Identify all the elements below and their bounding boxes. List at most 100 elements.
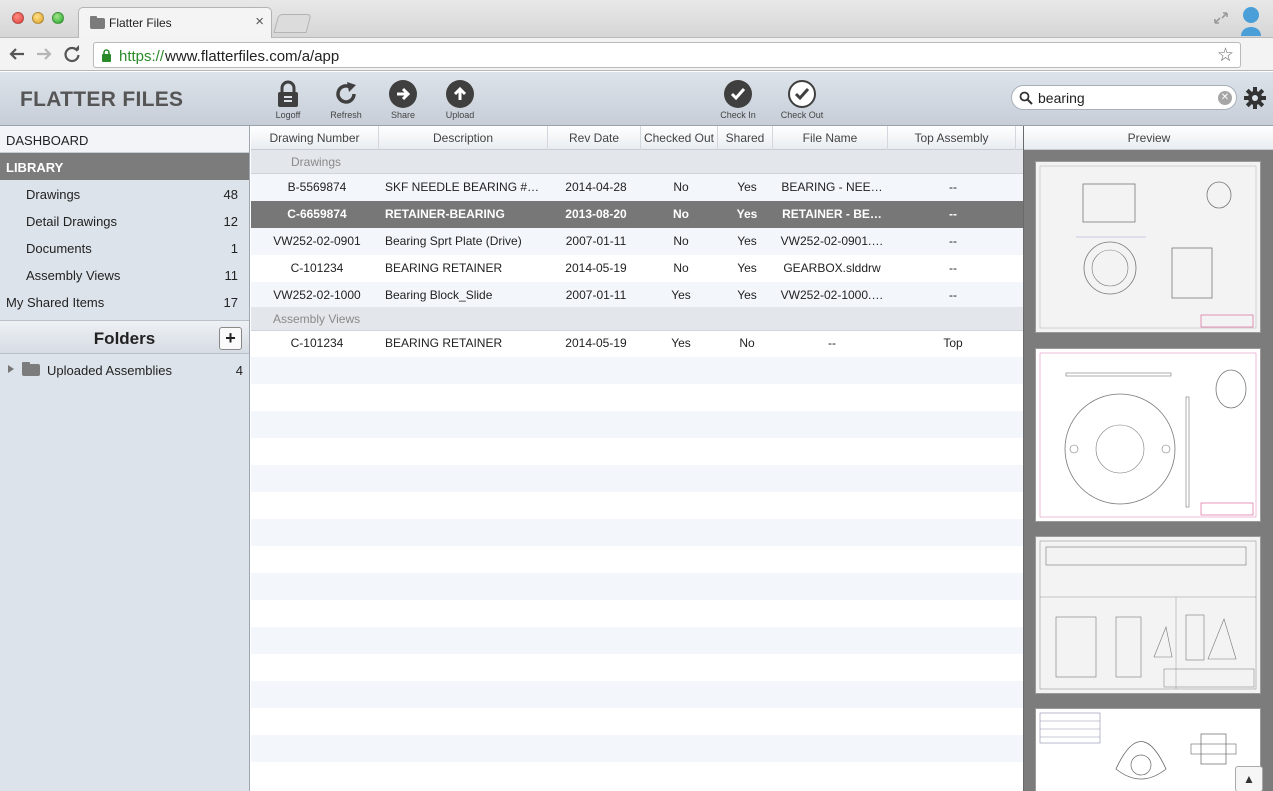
tab-close-icon[interactable]: ×	[255, 14, 264, 30]
bookmark-star-icon[interactable]: ☆	[1217, 44, 1234, 67]
empty-row	[251, 627, 1023, 654]
cell-description: Bearing Block_Slide	[385, 288, 493, 302]
sidebar-item-count: 17	[223, 295, 238, 310]
column-header-file-name[interactable]: File Name	[773, 126, 888, 150]
add-folder-button[interactable]: +	[219, 327, 242, 350]
cell-checked-out: No	[673, 207, 689, 221]
sidebar-item-count: 11	[224, 268, 239, 283]
column-header-drawing-number[interactable]: Drawing Number	[251, 126, 379, 150]
expand-triangle-icon[interactable]	[8, 365, 14, 373]
back-arrow-icon[interactable]	[7, 44, 27, 64]
tool-label: Logoff	[275, 110, 301, 120]
column-header-top-assembly[interactable]: Top Assembly	[888, 126, 1016, 150]
reload-icon[interactable]	[62, 44, 82, 64]
table-row[interactable]: C-101234 BEARING RETAINER 2014-05-19 No …	[251, 255, 1023, 282]
cell-rev-date: 2014-04-28	[565, 180, 627, 194]
table-header: Drawing Number Description Rev Date Chec…	[251, 126, 1023, 150]
sidebar-item-label: Drawings	[26, 187, 81, 202]
cell-checked-out: No	[673, 180, 689, 194]
cell-shared: Yes	[737, 180, 757, 194]
upload-button[interactable]: Upload	[436, 80, 484, 120]
share-button[interactable]: Share	[379, 80, 427, 120]
group-label: Drawings	[291, 155, 342, 169]
table-row[interactable]: C-101234 BEARING RETAINER 2014-05-19 Yes…	[251, 330, 1023, 357]
cell-drawing-number: C-6659874	[287, 207, 347, 221]
tool-label: Upload	[445, 110, 475, 120]
cell-file-name: --	[828, 336, 836, 350]
arrow-up-icon	[446, 80, 474, 108]
check-in-button[interactable]: Check In	[714, 80, 762, 120]
lock-icon	[101, 49, 112, 62]
preview-thumbnail[interactable]	[1035, 161, 1261, 333]
arrow-right-icon	[389, 80, 417, 108]
search-input[interactable]	[1038, 89, 1208, 107]
lock-icon	[274, 80, 302, 108]
browser-nav-bar: https:// www.flatterfiles.com/a/app ☆	[0, 38, 1273, 96]
cell-description: BEARING RETAINER	[385, 336, 503, 350]
sidebar-item-dashboard[interactable]: DASHBOARD	[0, 126, 249, 153]
address-bar[interactable]: https:// www.flatterfiles.com/a/app ☆	[93, 42, 1241, 68]
sidebar-item-library[interactable]: LIBRARY	[0, 153, 249, 180]
sidebar-item-drawings[interactable]: Drawings 48	[0, 180, 249, 207]
drawings-table: Drawing Number Description Rev Date Chec…	[251, 126, 1023, 791]
folder-label: Uploaded Assemblies	[47, 363, 173, 378]
sidebar-item-documents[interactable]: Documents 1	[0, 234, 249, 261]
tool-label: Check In	[720, 110, 756, 120]
close-window-button[interactable]	[12, 12, 24, 24]
cell-description: Bearing Sprt Plate (Drive)	[385, 234, 522, 248]
table-row[interactable]: VW252-02-1000 Bearing Block_Slide 2007-0…	[251, 282, 1023, 309]
check-out-button[interactable]: Check Out	[778, 80, 826, 120]
forward-arrow-icon[interactable]	[34, 44, 54, 64]
folders-title: Folders	[93, 329, 156, 348]
group-header-assembly-views: Assembly Views	[251, 307, 1023, 331]
preview-title: Preview	[1024, 126, 1273, 150]
table-row[interactable]: VW252-02-0901 Bearing Sprt Plate (Drive)…	[251, 228, 1023, 255]
logoff-button[interactable]: Logoff	[264, 80, 312, 120]
maximize-window-button[interactable]	[52, 12, 64, 24]
search-box[interactable]: ✕	[1011, 85, 1237, 110]
folder-item-uploaded-assemblies[interactable]: Uploaded Assemblies 4	[0, 356, 249, 383]
cell-checked-out: Yes	[671, 336, 691, 350]
folders-header: Folders +	[0, 320, 249, 354]
sidebar-item-my-shared-items[interactable]: My Shared Items 17	[0, 288, 249, 315]
browser-tab[interactable]: Flatter Files ×	[78, 7, 272, 38]
cell-description: RETAINER-BEARING	[385, 207, 505, 221]
column-header-description[interactable]: Description	[379, 126, 548, 150]
cell-top-assembly: Top	[943, 336, 963, 350]
gear-icon[interactable]	[1243, 86, 1267, 110]
preview-thumbnail[interactable]	[1035, 708, 1261, 791]
cell-checked-out: No	[673, 261, 689, 275]
cell-rev-date: 2013-08-20	[565, 207, 627, 221]
fullscreen-icon[interactable]	[1212, 10, 1230, 26]
search-icon	[1019, 91, 1033, 105]
minimize-window-button[interactable]	[32, 12, 44, 24]
column-header-checked-out[interactable]: Checked Out	[641, 126, 718, 150]
cell-description: SKF NEEDLE BEARING #…	[385, 180, 540, 194]
cell-rev-date: 2014-05-19	[565, 336, 627, 350]
cell-top-assembly: --	[949, 261, 957, 275]
cell-shared: Yes	[737, 261, 757, 275]
sidebar-item-count: 12	[223, 214, 238, 229]
group-label: Assembly Views	[273, 312, 361, 326]
table-row-selected[interactable]: C-6659874 RETAINER-BEARING 2013-08-20 No…	[251, 201, 1023, 228]
preview-thumbnail[interactable]	[1035, 536, 1261, 694]
sidebar-item-detail-drawings[interactable]: Detail Drawings 12	[0, 207, 249, 234]
tool-label: Refresh	[330, 110, 362, 120]
new-tab-button[interactable]	[273, 14, 312, 33]
cell-shared: Yes	[737, 234, 757, 248]
preview-thumbnail[interactable]	[1035, 348, 1261, 522]
table-row[interactable]: B-5569874 SKF NEEDLE BEARING #… 2014-04-…	[251, 174, 1023, 201]
preview-panel: Preview	[1023, 126, 1273, 791]
refresh-button[interactable]: Refresh	[322, 80, 370, 120]
column-header-rev-date[interactable]: Rev Date	[548, 126, 641, 150]
sidebar-item-label: LIBRARY	[6, 160, 64, 175]
cell-rev-date: 2007-01-11	[565, 288, 627, 302]
cell-top-assembly: --	[949, 180, 957, 194]
cell-drawing-number: C-101234	[290, 336, 344, 350]
sidebar-item-assembly-views[interactable]: Assembly Views 11	[0, 261, 249, 288]
clear-search-icon[interactable]: ✕	[1218, 91, 1232, 105]
cell-file-name: RETAINER - BE…	[782, 207, 882, 221]
scroll-to-top-button[interactable]: ▲	[1235, 766, 1263, 791]
column-header-shared[interactable]: Shared	[718, 126, 773, 150]
profile-icon[interactable]	[1238, 4, 1264, 36]
